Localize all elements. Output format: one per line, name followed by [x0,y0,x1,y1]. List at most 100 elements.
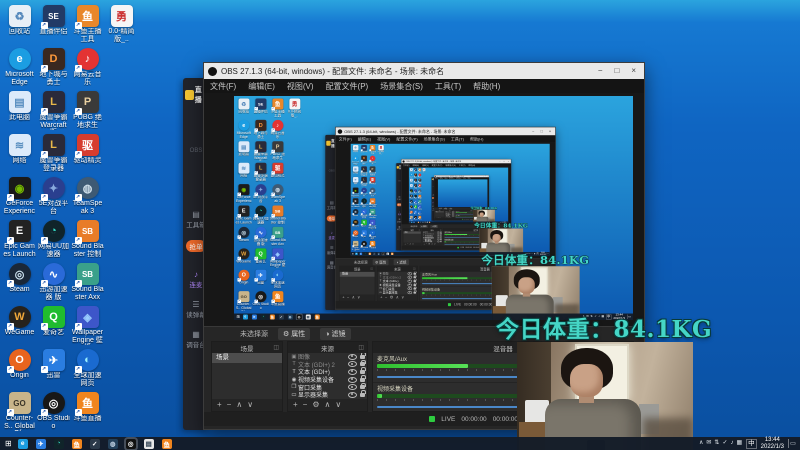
menu-item[interactable]: 帮助(H) [467,136,487,141]
desktop-icon-GeForce Experience[interactable]: ◉↗GeForce Experience [3,177,36,216]
desktop-icon-PUBG 绝地求生[interactable]: P ↗ PUBG 绝地求生 [368,166,376,176]
desktop-icon-5E对战平台[interactable]: ✦ ↗ 5E对战平台 [252,184,268,203]
desktop-icon-直播伴侣[interactable]: SE ↗ 直播伴侣 [252,98,268,113]
lock-icon[interactable] [360,375,366,382]
taskbar-app-thunder[interactable]: ✈ [413,221,415,223]
taskbar-app-douyu-live[interactable]: 鱼 [390,252,394,256]
desktop-icon-GeForce Experience[interactable]: ◉↗GeForce Experience [235,184,251,204]
desktop-icon-Microsoft Edge[interactable]: e Microsoft Edge [235,119,251,139]
taskbar-app-douyu-live[interactable]: 鱼 [161,438,172,450]
desktop-icon-爱奇艺[interactable]: Q ↗ 爱奇艺 [360,219,368,228]
desktop-icon-魔兽争霸 Warcraft版[interactable]: L↗魔兽争霸 Warcraft版 [252,141,268,161]
desktop-icon-0.0-精简版_..[interactable]: 勇 0.0-精简版_.. [286,98,302,117]
visibility-eye-icon[interactable] [407,279,413,283]
desktop-icon-Sound Blaster 控制[interactable]: SB ↗ Sound Blaster 控制 [418,194,422,200]
desktop-icon-Microsoft Edge[interactable]: e Microsoft Edge [351,155,359,166]
menu-item[interactable]: 帮助(H) [467,81,506,92]
sources-toolbar-button[interactable]: ⚙ [390,295,394,301]
obs-preview-area[interactable]: ♻ 回收站 SE ↗ 直播伴侣鱼 ↗ 斗鱼主播工具勇 0.0-精简版_.. e Microsoft… [401,166,511,225]
minimize-button[interactable]: − [499,159,500,163]
taskbar-app-edge[interactable]: e [242,314,248,320]
taskbar-app-sphere-app[interactable]: ◍ [287,314,293,320]
scenes-toolbar-button[interactable]: ∧ [352,295,355,301]
menu-item[interactable]: 视图(V) [281,81,320,92]
taskbar-app-window-app[interactable]: ▤ [305,314,311,320]
desktop-icon-迅雷[interactable]: ✈ ↗ 迅雷 [360,230,368,238]
desktop-icon-Origin[interactable]: O ↗ Origin [3,349,36,380]
taskbar-app-check-app[interactable]: ✓ [278,314,284,320]
tray-icon[interactable]: ♪ [730,437,733,450]
taskbar-app-uu-accelerator[interactable]: ◔ [260,314,266,320]
visibility-eye-icon[interactable] [437,240,440,243]
taskbar-app-douyu-tool[interactable]: 鱼 [417,221,420,223]
desktop-icon-斗鱼主播工具[interactable]: 鱼 ↗ 斗鱼主播工具 [269,98,285,117]
taskbar-app-obs-studio[interactable]: ◎ [424,221,426,224]
desktop-icon-Sound Blaster 控制[interactable]: SB ↗ Sound Blaster 控制 [368,198,376,208]
minimize-button[interactable]: − [532,127,534,135]
visibility-eye-icon[interactable] [348,391,357,398]
visibility-eye-icon[interactable] [407,283,413,287]
obs-preview-area[interactable]: ♻ 回收站 SE ↗ 直播伴侣鱼 ↗ 斗鱼主播工具勇 0.0-精简版_.. e Microsoft… [335,142,556,259]
desktop-icon-Sound Blaster Axx[interactable]: SB ↗ Sound Blaster Axx [368,208,376,219]
obs-title-bar[interactable]: OBS 27.1.3 (64-bit, windows) - 配置文件: 未命名… [204,63,644,79]
taskbar-app-window-app[interactable]: ▤ [386,252,389,256]
taskbar-app-edge[interactable]: e [411,221,413,223]
desktop-icon-Wallpaper Engine 壁纸[interactable]: ◈↗Wallpaper Engine 壁纸 [269,248,285,268]
maximize-button[interactable]: □ [485,175,486,177]
desktop-icon-Steam[interactable]: ◎ ↗ Steam [351,208,359,217]
desktop-icon-Origin[interactable]: O ↗ Origin [351,230,359,238]
desktop-icon-Epic Games Launcher[interactable]: E↗Epic Games Launcher [235,205,252,225]
desktop-icon-直播伴侣[interactable]: SE ↗ 直播伴侣 [360,145,368,153]
taskbar-app-douyu-live[interactable]: 鱼 [314,314,320,320]
source-list[interactable]: ▣图像T文本 (GDI+) 2T文本 (GDI+)◉视频采集设备❐窗口采集▭显示… [377,271,418,295]
scene-item[interactable]: 场景 [403,231,421,234]
menu-item[interactable]: 视图(V) [374,136,393,141]
minimize-button[interactable]: − [483,175,484,177]
taskbar-app-sphere-app[interactable]: ◍ [107,438,118,449]
start-button[interactable]: ⊞ [236,314,239,320]
start-button[interactable]: ⊞ [352,252,354,255]
source-list[interactable]: ▣图像T文本 (GDI+) 2T文本 (GDI+)◉视频采集设备❐窗口采集▭显示… [422,231,442,243]
desktop-icon-Wallpaper Engine 壁纸[interactable]: ◈↗Wallpaper Engine 壁纸 [418,205,422,210]
desktop-icon-0.0-精简版_..[interactable]: 勇 0.0-精简版_.. [422,168,426,173]
desktop-icon-爱奇艺[interactable]: Q ↗ 爱奇艺 [37,306,70,337]
maximize-button[interactable]: □ [614,63,619,79]
maximize-button[interactable]: □ [540,127,542,135]
sources-toolbar-button[interactable]: + [293,399,298,411]
desktop-icon-Wallpaper Engine 壁纸[interactable]: ◈↗Wallpaper Engine 壁纸 [368,219,376,229]
desktop-icon-全球加速 网页[interactable]: ◐ ↗ 全球加速 网页 [71,349,104,387]
desktop-icon-TeamSpeak 3[interactable]: ◍ ↗ TeamSpeak 3 [418,189,422,194]
obs-preview-area[interactable] [434,179,489,208]
desktop-icon-5E对战平台[interactable]: ✦ ↗ 5E对战平台 [360,187,368,198]
desktop-icon-驱动精灵[interactable]: 驱 ↗ 驱动精灵 [418,184,422,188]
desktop-icon-地下城与勇士[interactable]: D ↗ 地下城与勇士 [360,155,368,166]
desktop-icon-Epic Games Launcher[interactable]: E↗Epic Games Launcher [3,220,36,259]
desktop-icon-爱奇艺[interactable]: Q ↗ 爱奇艺 [252,248,268,263]
desktop-icon-WeGame[interactable]: W ↗ WeGame [3,306,36,337]
tray-icon[interactable]: ✉ [706,437,711,450]
menu-item[interactable]: 文件(F) [204,81,242,92]
visibility-eye-icon[interactable] [348,361,357,368]
taskbar-app-douyu-tool[interactable]: 鱼 [368,252,372,255]
desktop-icon-Wallpaper Engine 壁纸[interactable]: ◈↗Wallpaper Engine 壁纸 [71,306,104,345]
desktop-icon-网易UU加速器[interactable]: ◔ ↗ 网易UU加速器 [252,205,268,225]
taskbar-app-thunder[interactable]: ✈ [35,438,46,449]
sources-toolbar-button[interactable]: ∨ [335,399,341,411]
desktop-icon-此电脑[interactable]: ▤ 此电脑 [3,91,36,122]
scenes-toolbar-button[interactable]: − [227,399,232,411]
close-button[interactable]: × [487,175,488,177]
desktop-icon-TeamSpeak 3[interactable]: ◍ ↗ TeamSpeak 3 [71,177,104,215]
menu-item[interactable]: 工具(T) [429,81,467,92]
desktop-icon-地下城与勇士[interactable]: D ↗ 地下城与勇士 [37,48,70,86]
desktop-icon-斗鱼直播[interactable]: 鱼 ↗ 斗鱼直播 [418,215,422,220]
tray-icon[interactable]: ✓ [722,437,727,450]
taskbar-app-obs-studio[interactable]: ◎ [296,314,302,320]
desktop-icon-魔兽争霸 登录器[interactable]: L ↗ 魔兽争霸 登录器 [252,162,268,182]
scenes-toolbar-button[interactable]: + [217,399,222,411]
desktop-icon-魔兽争霸 登录器[interactable]: L ↗ 魔兽争霸 登录器 [37,134,70,172]
menu-item[interactable]: 场景集合(S) [374,81,429,92]
taskbar-app-check-app[interactable]: ✓ [89,438,100,449]
desktop-icon-斗鱼主播工具[interactable]: 鱼 ↗ 斗鱼主播工具 [368,145,376,155]
visibility-eye-icon[interactable] [348,376,357,383]
desktop-icon-Counter-S.. Global Of..[interactable]: GO↗Counter-S.. Global Of.. [3,392,36,431]
